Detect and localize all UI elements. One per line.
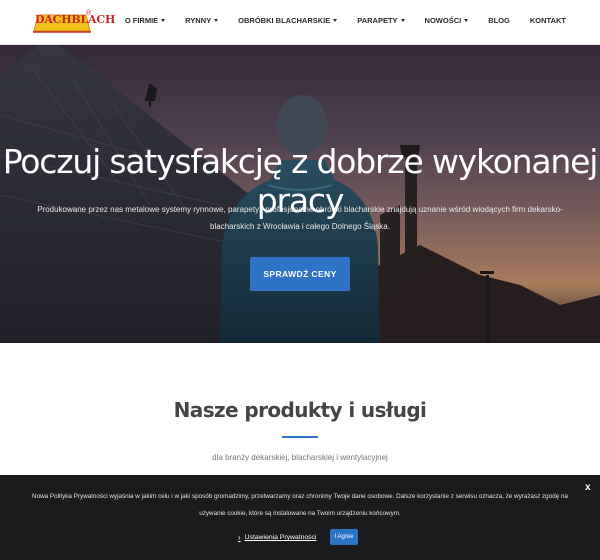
cookie-consent-bar: Nowa Polityka Prywatności wyjaśnia w jak… — [0, 475, 600, 560]
nav-item-kontakt[interactable]: KONTAKT — [530, 16, 566, 25]
caret-down-icon — [464, 19, 469, 22]
products-subtitle: dla branży dekarskiej, blacharskiej i we… — [212, 453, 388, 462]
products-title: Nasze produkty i usługi — [173, 398, 427, 422]
check-prices-button[interactable]: SPRAWDŹ CENY — [250, 257, 350, 291]
nav-item-o-firmie[interactable]: O FIRMIE — [125, 16, 166, 25]
privacy-settings-label: Ustawienia Prywatności — [244, 534, 317, 541]
caret-down-icon — [214, 19, 219, 22]
caret-down-icon — [400, 19, 405, 22]
nav-item-rynny[interactable]: RYNNY — [185, 16, 219, 25]
hero-subtitle: Produkowane przez nas metalowe systemy r… — [37, 205, 563, 231]
chevron-right-icon: › — [238, 533, 241, 542]
close-icon[interactable]: x — [585, 482, 591, 493]
privacy-settings-link[interactable]: › Ustawienia Prywatności — [238, 533, 316, 542]
caret-down-icon — [333, 19, 338, 22]
nav-item-obrobki-blacharskie[interactable]: OBRÓBKI BLACHARSKIE — [238, 16, 338, 25]
logo[interactable]: DACHBLACH — [32, 10, 115, 34]
nav-item-nowosci[interactable]: NOWOŚCI — [425, 16, 469, 25]
caret-down-icon — [161, 19, 166, 22]
nav-item-parapety[interactable]: PARAPETY — [357, 16, 405, 25]
agree-button[interactable]: I Agree — [330, 529, 358, 545]
nav-item-blog[interactable]: BLOG — [488, 16, 510, 25]
title-divider — [282, 436, 318, 438]
registered-mark: ® — [86, 10, 92, 17]
hero-section: Poczuj satysfakcję z dobrze wykonanej pr… — [0, 45, 600, 343]
logo-text: DACHBLACH — [35, 13, 116, 26]
main-nav: O FIRMIE RYNNY OBRÓBKI BLACHARSKIE PARAP… — [105, 16, 566, 25]
cookie-text: Nowa Polityka Prywatności wyjaśnia w jak… — [32, 493, 568, 517]
site-header: DACHBLACH ® O FIRMIE RYNNY OBRÓBKI BLACH… — [0, 0, 600, 45]
